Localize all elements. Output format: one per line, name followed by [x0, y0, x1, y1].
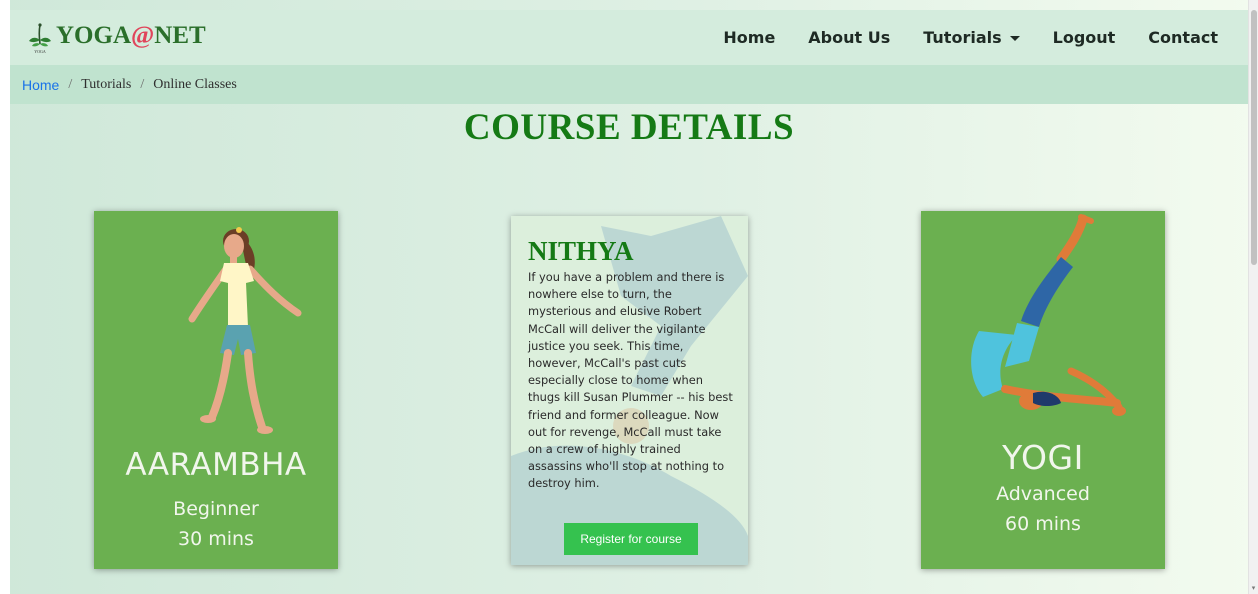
scroll-down-arrow-icon[interactable]: ▾	[1250, 585, 1257, 592]
breadcrumb-tutorials: Tutorials	[81, 76, 132, 92]
course-title: AARAMBHA	[125, 447, 307, 483]
course-level: Beginner	[173, 498, 259, 520]
breadcrumb: Home / Tutorials / Online Classes	[10, 65, 1249, 104]
plow-pose-illustration	[971, 214, 1126, 416]
breadcrumb-home-link[interactable]: Home	[22, 77, 59, 93]
nav-logout[interactable]: Logout	[1053, 28, 1116, 47]
breadcrumb-separator: /	[68, 76, 73, 92]
nav-links: Home About Us Tutorials Logout Contact	[690, 10, 1249, 65]
course-card-aarambha[interactable]: AARAMBHA Beginner 30 mins	[94, 211, 338, 569]
course-duration: 30 mins	[178, 528, 254, 550]
logo-caption: YOGA	[34, 49, 46, 54]
course-level: Advanced	[996, 483, 1090, 505]
course-description: If you have a problem and there is nowhe…	[528, 270, 733, 491]
course-card-yogi[interactable]: YOGI Advanced 60 mins	[921, 211, 1165, 569]
nav-contact[interactable]: Contact	[1148, 28, 1218, 47]
brand[interactable]: YOGA YOGA@NET	[28, 22, 206, 54]
nav-tutorials[interactable]: Tutorials	[923, 28, 1020, 47]
page-title: COURSE DETAILS	[463, 107, 795, 148]
course-title: NITHYA	[528, 236, 634, 266]
caret-down-icon	[1009, 36, 1020, 41]
nav-home[interactable]: Home	[723, 28, 775, 47]
yoga-plant-icon: YOGA	[29, 23, 51, 54]
course-card-nithya: NITHYA If you have a problem and there i…	[511, 216, 748, 565]
breadcrumb-separator: /	[140, 76, 145, 92]
nav-tutorials-label: Tutorials	[923, 28, 1002, 47]
scrollbar-thumb[interactable]	[1251, 10, 1257, 265]
course-duration: 60 mins	[1005, 513, 1081, 535]
navbar: YOGA YOGA@NET Home About Us Tutorials Lo…	[10, 10, 1249, 65]
breadcrumb-current: Online Classes	[153, 76, 237, 92]
brand-name: YOGA@NET	[56, 22, 206, 49]
register-for-course-button[interactable]: Register for course	[564, 523, 698, 555]
standing-woman-illustration	[188, 227, 302, 434]
nav-about-us[interactable]: About Us	[808, 28, 890, 47]
left-edge	[0, 0, 10, 594]
course-title: YOGI	[1002, 438, 1084, 477]
scrollbar[interactable]: ▾	[1248, 0, 1258, 594]
